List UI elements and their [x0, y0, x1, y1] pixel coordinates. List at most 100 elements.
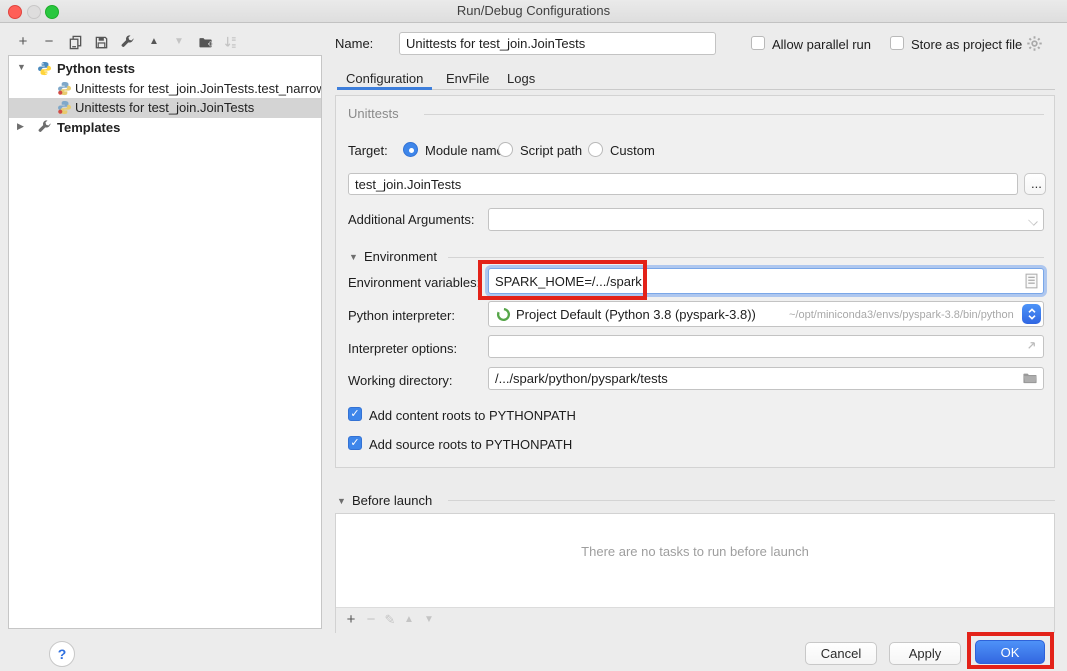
expand-field-icon[interactable]: [1025, 339, 1038, 352]
move-down-icon: ▼: [174, 33, 184, 51]
env-variables-list-icon[interactable]: [1025, 273, 1038, 289]
move-down-button: ▼: [170, 33, 188, 51]
help-button[interactable]: ?: [49, 641, 75, 667]
allow-parallel-run-checkbox[interactable]: [751, 36, 765, 50]
pencil-icon: ✎: [385, 611, 396, 629]
remove-icon: −: [367, 611, 376, 629]
interpreter-options-input[interactable]: [488, 335, 1044, 358]
window-title: Run/Debug Configurations: [0, 0, 1067, 22]
folder-icon[interactable]: [1022, 371, 1038, 385]
zoom-window-icon[interactable]: [45, 5, 59, 19]
browse-module-button[interactable]: ...: [1024, 173, 1046, 195]
tree-item-python-tests[interactable]: ▼ Python tests: [9, 59, 321, 79]
name-input[interactable]: [399, 32, 716, 55]
sort-alphabetically-icon: [223, 35, 238, 50]
before-launch-empty-text: There are no tasks to run before launch: [336, 544, 1054, 559]
before-launch-panel: There are no tasks to run before launch …: [335, 513, 1055, 633]
section-separator: [448, 257, 1044, 258]
tree-item-label: Unittests for test_join.JoinTests.test_n…: [75, 81, 322, 96]
add-configuration-button[interactable]: +: [14, 33, 32, 51]
apply-button[interactable]: Apply: [889, 642, 961, 665]
additional-arguments-input[interactable]: [488, 208, 1044, 231]
before-launch-section-label[interactable]: Before launch: [352, 493, 432, 508]
combobox-stepper[interactable]: [1022, 304, 1041, 324]
sort-configurations-button: [221, 33, 239, 51]
environment-disclosure-icon[interactable]: ▼: [349, 252, 358, 262]
unittests-group-label: Unittests: [348, 106, 399, 121]
disclosure-expanded-icon[interactable]: ▼: [17, 62, 26, 72]
tree-item-unittests-narrow[interactable]: Unittests for test_join.JoinTests.test_n…: [9, 79, 321, 99]
add-source-roots-label[interactable]: Add source roots to PYTHONPATH: [369, 437, 572, 452]
stepper-chevrons-icon: [1027, 307, 1037, 321]
python-test-icon: [57, 81, 72, 96]
close-window-icon[interactable]: [8, 5, 22, 19]
environment-variables-input[interactable]: [488, 268, 1044, 294]
new-folder-icon: [198, 35, 214, 50]
allow-parallel-run-label: Allow parallel run: [772, 37, 871, 52]
add-icon: +: [347, 611, 356, 629]
tab-envfile[interactable]: EnvFile: [446, 71, 489, 86]
add-source-roots-checkbox[interactable]: [348, 436, 362, 450]
conda-environment-icon: [496, 307, 511, 322]
move-up-icon: ▲: [149, 33, 159, 51]
copy-configuration-button[interactable]: [66, 33, 84, 51]
store-as-project-file-label: Store as project file: [911, 37, 1022, 52]
configuration-panel: Unittests Target: Module name Script pat…: [335, 95, 1055, 468]
tree-item-label: Templates: [57, 120, 120, 135]
tree-item-unittests-jointests-selected[interactable]: Unittests for test_join.JoinTests: [9, 98, 321, 118]
move-task-up-button: ▲: [400, 611, 418, 629]
before-launch-disclosure-icon[interactable]: ▼: [337, 496, 346, 506]
move-down-icon: ▼: [424, 611, 434, 629]
radio-module-name-label[interactable]: Module name: [425, 143, 504, 158]
remove-configuration-button[interactable]: −: [40, 33, 58, 51]
edit-task-button: ✎: [381, 611, 399, 629]
name-label: Name:: [335, 36, 373, 51]
wrench-icon: [120, 35, 135, 50]
move-task-down-button: ▼: [420, 611, 438, 629]
create-folder-button[interactable]: [197, 33, 215, 51]
disclosure-collapsed-icon[interactable]: ▶: [17, 121, 24, 132]
radio-script-path-label[interactable]: Script path: [520, 143, 582, 158]
radio-script-path[interactable]: [498, 142, 513, 157]
tab-configuration[interactable]: Configuration: [346, 71, 423, 86]
python-interpreter-combobox[interactable]: Project Default (Python 3.8 (pyspark-3.8…: [488, 301, 1044, 327]
move-up-button[interactable]: ▲: [145, 33, 163, 51]
environment-section-label[interactable]: Environment: [364, 249, 437, 264]
active-tab-indicator: [337, 87, 432, 90]
python-interpreter-label: Python interpreter:: [348, 308, 455, 323]
ok-button[interactable]: OK: [975, 640, 1045, 664]
copy-icon: [68, 35, 83, 50]
run-debug-configurations-dialog: Run/Debug Configurations + − ▲ ▼ ▼ Pytho…: [0, 0, 1067, 671]
section-separator: [448, 500, 1055, 501]
gear-icon[interactable]: [1026, 35, 1043, 52]
cancel-button[interactable]: Cancel: [805, 642, 877, 665]
add-icon: +: [19, 33, 28, 51]
radio-custom-label[interactable]: Custom: [610, 143, 655, 158]
python-interpreter-path: ~/opt/miniconda3/envs/pyspark-3.8/bin/py…: [789, 309, 1014, 321]
edit-templates-button[interactable]: [118, 33, 136, 51]
radio-custom[interactable]: [588, 142, 603, 157]
add-task-button[interactable]: +: [342, 611, 360, 629]
interpreter-options-label: Interpreter options:: [348, 341, 457, 356]
title-bar: Run/Debug Configurations: [0, 0, 1067, 23]
additional-arguments-label: Additional Arguments:: [348, 212, 474, 227]
tree-item-templates[interactable]: ▶ Templates: [9, 118, 321, 138]
store-as-project-file-checkbox[interactable]: [890, 36, 904, 50]
before-launch-toolbar: + − ✎ ▲ ▼: [336, 607, 1054, 633]
add-content-roots-checkbox[interactable]: [348, 407, 362, 421]
remove-icon: −: [45, 33, 54, 51]
move-up-icon: ▲: [404, 611, 414, 629]
python-tests-icon: [37, 61, 52, 76]
group-separator: [424, 114, 1044, 115]
target-module-input[interactable]: [348, 173, 1018, 195]
radio-module-name[interactable]: [403, 142, 418, 157]
remove-task-button: −: [362, 611, 380, 629]
python-test-icon: [57, 100, 72, 115]
target-label: Target:: [348, 143, 388, 158]
tab-logs[interactable]: Logs: [507, 71, 535, 86]
configurations-tree: ▼ Python tests Unittests for test_join.J…: [8, 55, 322, 629]
working-directory-input[interactable]: [488, 367, 1044, 390]
save-icon: [94, 35, 109, 50]
save-configuration-button[interactable]: [92, 33, 110, 51]
add-content-roots-label[interactable]: Add content roots to PYTHONPATH: [369, 408, 576, 423]
